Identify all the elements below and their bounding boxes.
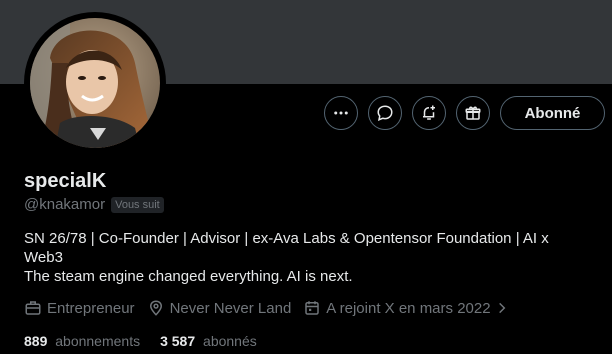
followers-label: abonnés bbox=[203, 333, 257, 349]
gift-icon bbox=[465, 106, 481, 120]
profile-bio: SN 26/78 | Co-Founder | Advisor | ex-Ava… bbox=[24, 229, 584, 286]
follow-stats: 889 abonnements 3 587 abonnés bbox=[24, 333, 277, 349]
notifications-button[interactable] bbox=[412, 96, 446, 130]
briefcase-icon bbox=[25, 301, 41, 315]
bio-line-2: The steam engine changed everything. AI … bbox=[24, 268, 353, 285]
profile-handle: @knakamor bbox=[24, 196, 106, 213]
profile-meta: Entrepreneur Never Never Land A rejoint … bbox=[24, 299, 526, 317]
followers-link[interactable]: 3 587 abonnés bbox=[160, 333, 257, 349]
avatar-photo bbox=[30, 18, 160, 148]
message-button[interactable] bbox=[368, 96, 402, 130]
message-bubble-icon bbox=[377, 105, 393, 121]
bio-line-1: SN 26/78 | Co-Founder | Advisor | ex-Ava… bbox=[24, 230, 549, 266]
following-label: abonnements bbox=[55, 333, 141, 349]
handle-row: @knakamor Vous suit bbox=[24, 196, 164, 213]
joined-label: A rejoint X en mars 2022 bbox=[326, 299, 491, 317]
follows-you-badge: Vous suit bbox=[111, 196, 164, 213]
location-pin-icon bbox=[149, 300, 162, 316]
profession-label: Entrepreneur bbox=[47, 299, 135, 317]
calendar-icon bbox=[305, 301, 320, 315]
bell-plus-icon bbox=[423, 105, 435, 120]
following-link[interactable]: 889 abonnements bbox=[24, 333, 140, 349]
profile-name: specialK bbox=[24, 170, 107, 192]
following-count: 889 bbox=[24, 333, 48, 349]
joined-item[interactable]: A rejoint X en mars 2022 bbox=[303, 299, 513, 317]
more-button[interactable] bbox=[324, 96, 358, 130]
more-horizontal-icon bbox=[334, 111, 348, 115]
chevron-right-icon bbox=[498, 302, 505, 314]
profession-item[interactable]: Entrepreneur bbox=[24, 299, 135, 317]
location-item: Never Never Land bbox=[147, 299, 292, 317]
followers-count: 3 587 bbox=[160, 333, 196, 349]
subscribe-button[interactable] bbox=[456, 96, 490, 130]
avatar[interactable] bbox=[30, 18, 160, 148]
following-button[interactable]: Abonné bbox=[500, 96, 605, 130]
location-label: Never Never Land bbox=[169, 299, 292, 317]
